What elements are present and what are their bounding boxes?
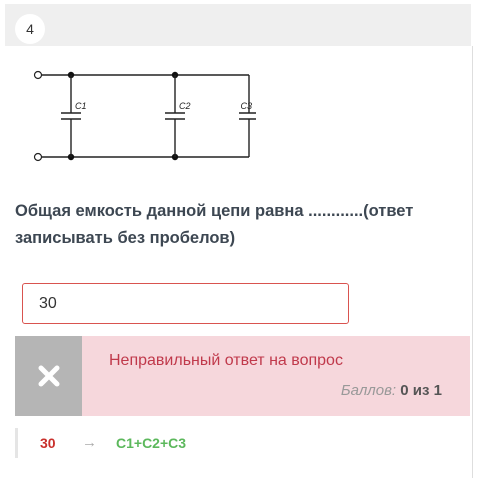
terminal-bottom	[33, 152, 43, 162]
close-icon	[38, 365, 59, 387]
capacitor-label-c1: C1	[75, 101, 87, 111]
terminal-top	[33, 70, 43, 80]
correct-answer: C1+C2+C3	[116, 435, 187, 451]
score-value: 0	[400, 382, 409, 399]
arrow-icon: →	[82, 434, 97, 451]
circuit-diagram: C1 C2 C3	[33, 70, 256, 162]
card-border	[472, 46, 473, 478]
feedback-score: Баллов: 0 из 1	[341, 382, 442, 399]
question-text: Общая емкость данной цепи равна ........…	[15, 202, 414, 247]
question-card: 4 C1 C2 C3 Общая емкость данной цепи рав…	[0, 0, 482, 478]
capacitor-label-c3: C3	[240, 101, 252, 111]
score-label: Баллов:	[340, 382, 397, 399]
score-separator: из	[412, 382, 430, 399]
answer-comparison: 30 → C1+C2+C3	[15, 428, 473, 458]
question-number: 4	[15, 14, 45, 44]
score-max: 1	[433, 382, 442, 399]
feedback-box: Неправильный ответ на вопрос Баллов: 0 и…	[15, 336, 470, 416]
given-answer: 30	[40, 435, 56, 451]
question-header: 4	[5, 4, 471, 46]
feedback-message: Неправильный ответ на вопрос	[109, 352, 343, 369]
capacitor-label-c2: C2	[179, 101, 191, 111]
feedback-icon-box	[15, 336, 82, 416]
answer-input[interactable]	[22, 283, 349, 324]
